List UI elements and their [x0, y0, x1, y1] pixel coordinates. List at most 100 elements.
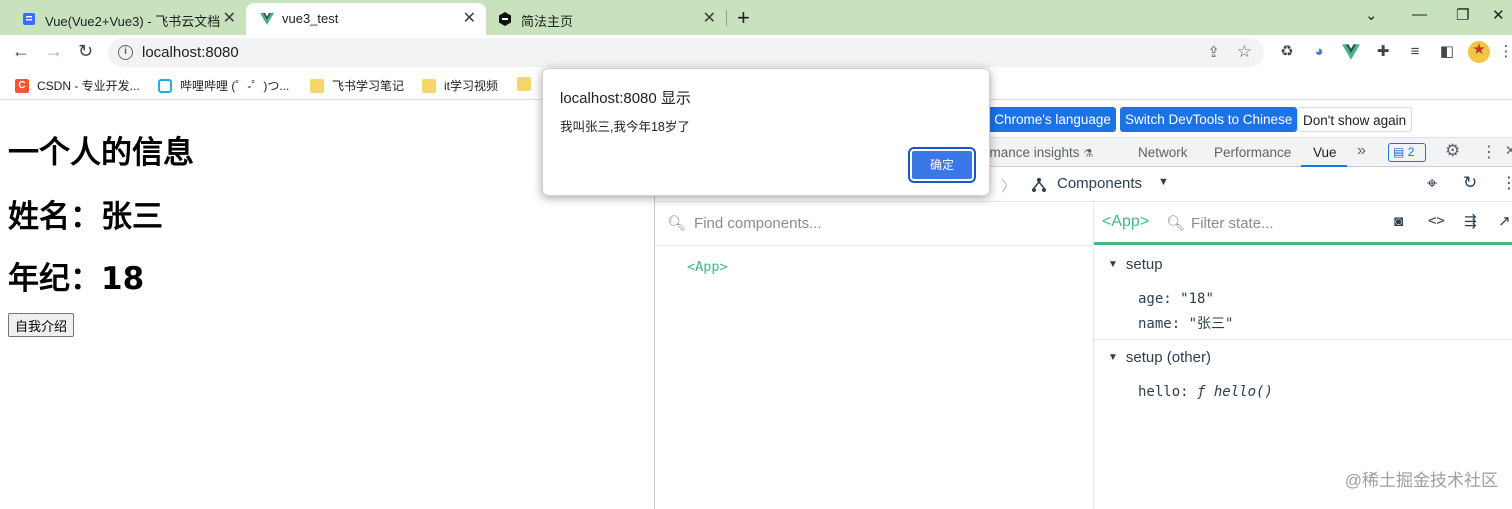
page-heading: 一个人的信息	[8, 135, 194, 171]
field-key: name	[1138, 316, 1172, 332]
component-state-pane: <App> 🔍︎ Filter state... ◙ <> ⇶ ↗ ▼ setup …	[1094, 202, 1512, 509]
recycle-extension-icon[interactable]: ♻	[1278, 43, 1296, 61]
scroll-to-component-icon[interactable]: ⇶	[1464, 212, 1477, 230]
tab-performance[interactable]: Performance	[1214, 145, 1291, 160]
tab-network[interactable]: Network	[1138, 145, 1188, 160]
side-panel-icon[interactable]: ◧	[1438, 43, 1456, 61]
bookmark-label: 飞书学习笔记	[332, 79, 405, 93]
filter-state-placeholder: Filter state...	[1191, 215, 1274, 232]
close-icon[interactable]: ✕	[223, 8, 236, 28]
dialog-ok-button[interactable]: 确定	[910, 149, 974, 181]
section-setup-other[interactable]: ▼ setup (other)	[1108, 349, 1211, 366]
kebab-menu-icon[interactable]: ⋮	[1497, 43, 1512, 61]
bookmark-label: 哔哩哔哩 (゜-゜)つ...	[180, 79, 290, 93]
forward-arrow-icon[interactable]: →	[45, 41, 63, 62]
switch-chinese-button[interactable]: Switch DevTools to Chinese	[1120, 107, 1298, 132]
alert-dialog: localhost:8080 显示 我叫张三,我今年18岁了 确定	[542, 68, 990, 196]
filter-state-input[interactable]: 🔍︎ Filter state...	[1166, 214, 1274, 232]
bookmark-csdn[interactable]: C CSDN - 专业开发...	[15, 77, 140, 94]
bookmark-folder-it[interactable]: it学习视频	[422, 77, 498, 94]
flask-icon: ⚗	[1083, 148, 1094, 160]
section-setup[interactable]: ▼ setup	[1108, 256, 1163, 273]
match-language-button[interactable]: n Chrome's language	[981, 107, 1116, 132]
open-in-editor-icon[interactable]: ↗	[1498, 212, 1511, 230]
section-title: setup (other)	[1125, 349, 1211, 366]
self-intro-button[interactable]: 自我介绍	[8, 313, 75, 337]
bookmark-label: it学习视频	[444, 79, 499, 93]
vue-menu-icon[interactable]: ⋮	[1501, 173, 1512, 193]
bookmark-folder-feishu[interactable]: 飞书学习笔记	[310, 77, 404, 94]
field-value: "张三"	[1188, 316, 1234, 332]
tab-vue[interactable]: Vue	[1313, 145, 1337, 160]
search-icon: 🔍︎	[1166, 215, 1186, 232]
dialog-message: 我叫张三,我今年18岁了	[560, 120, 690, 134]
person-name: 姓名：张三	[8, 199, 163, 235]
find-components-placeholder: Find components...	[694, 215, 822, 232]
bookmark-folder-other[interactable]	[517, 77, 539, 91]
person-age: 年纪：18	[8, 261, 145, 297]
bilibili-icon	[158, 78, 172, 93]
chevron-down-icon[interactable]: ▼	[1158, 176, 1169, 188]
address-bar[interactable]: i localhost:8080 ⇪ ☆	[108, 38, 1264, 67]
component-tree-pane: 🔍︎ Find components... <App>	[655, 202, 1094, 509]
folder-icon	[310, 78, 324, 93]
share-icon[interactable]: ⇪	[1207, 43, 1220, 61]
state-field-hello[interactable]: hello: ƒ hello()	[1138, 384, 1273, 400]
issues-badge[interactable]: ▤ 2	[1388, 143, 1426, 162]
tab-jianfa[interactable]: 简法主页 ✕	[486, 3, 726, 35]
breadcrumb-chevron-icon: 〉	[1001, 178, 1017, 195]
bookmark-bilibili[interactable]: 哔哩哔哩 (゜-゜)つ...	[158, 77, 289, 94]
reload-icon[interactable]: ↻	[78, 41, 93, 62]
site-info-icon[interactable]: i	[118, 45, 133, 60]
field-key: age	[1138, 291, 1164, 307]
tab-feishu[interactable]: Vue(Vue2+Vue3) - 飞书云文档 ✕	[0, 3, 246, 35]
tab-search-chevron-icon[interactable]: ⌄	[1365, 6, 1378, 24]
section-title: setup	[1125, 256, 1163, 273]
new-tab-button[interactable]: +	[737, 5, 750, 31]
minimize-icon[interactable]: —	[1412, 6, 1427, 23]
vue-logo-icon	[260, 13, 274, 25]
find-components-input[interactable]: 🔍︎ Find components...	[667, 214, 822, 232]
browser-toolbar: ← → ↻ i localhost:8080 ⇪ ☆ ♻ ◕ ✚ ≡ ◧ ★ ⋮	[0, 35, 1512, 70]
state-field-name[interactable]: name: "张三"	[1138, 313, 1233, 333]
puzzle-extensions-icon[interactable]: ✚	[1374, 43, 1392, 61]
more-tabs-icon[interactable]: »	[1357, 142, 1366, 160]
component-tree-icon	[1032, 178, 1046, 192]
devtools-close-icon[interactable]: ✕	[1505, 143, 1512, 159]
tab-separator	[726, 10, 727, 26]
bookmark-star-icon[interactable]: ☆	[1237, 42, 1252, 62]
selected-component-label: <App>	[1102, 213, 1150, 230]
restore-icon[interactable]: ❐	[1456, 6, 1469, 24]
inspect-dom-icon[interactable]: ◙	[1394, 213, 1403, 230]
url-text: localhost:8080	[142, 44, 239, 61]
close-icon[interactable]: ✕	[703, 8, 716, 28]
jianfa-icon	[499, 12, 511, 26]
tab-title: Vue(Vue2+Vue3) - 飞书云文档	[45, 14, 221, 29]
window-close-icon[interactable]: ✕	[1492, 6, 1505, 24]
ie-extension-icon[interactable]: ◕	[1310, 43, 1328, 61]
issues-icon: ▤	[1393, 145, 1405, 159]
state-field-age[interactable]: age: "18"	[1138, 291, 1214, 307]
devtools-menu-icon[interactable]: ⋮	[1481, 142, 1497, 162]
code-icon[interactable]: <>	[1428, 213, 1445, 229]
reading-list-icon[interactable]: ≡	[1406, 43, 1424, 61]
settings-gear-icon[interactable]: ⚙	[1445, 141, 1460, 161]
refresh-icon[interactable]: ↻	[1463, 173, 1477, 193]
components-view-selector[interactable]: Components	[1057, 175, 1142, 192]
tree-node-app[interactable]: <App>	[687, 259, 728, 275]
crosshair-select-icon[interactable]: ⌖	[1427, 173, 1437, 194]
divider	[655, 245, 1094, 246]
feishu-doc-icon	[23, 13, 35, 25]
tab-label: rmance insights	[985, 145, 1080, 160]
tab-performance-insights[interactable]: rmance insights ⚗	[985, 145, 1093, 160]
collapse-triangle-icon: ▼	[1108, 352, 1118, 363]
back-arrow-icon[interactable]: ←	[12, 41, 30, 62]
close-icon[interactable]: ✕	[463, 8, 476, 28]
collapse-triangle-icon: ▼	[1108, 259, 1118, 270]
dont-show-again-button[interactable]: Don't show again	[1297, 107, 1413, 132]
vue-devtools-extension-icon[interactable]	[1342, 43, 1360, 61]
field-key: hello	[1138, 384, 1181, 400]
watermark: @稀土掘金技术社区	[1344, 471, 1498, 490]
tab-vue3-test[interactable]: vue3_test ✕	[246, 3, 486, 35]
profile-avatar[interactable]: ★	[1468, 41, 1490, 63]
